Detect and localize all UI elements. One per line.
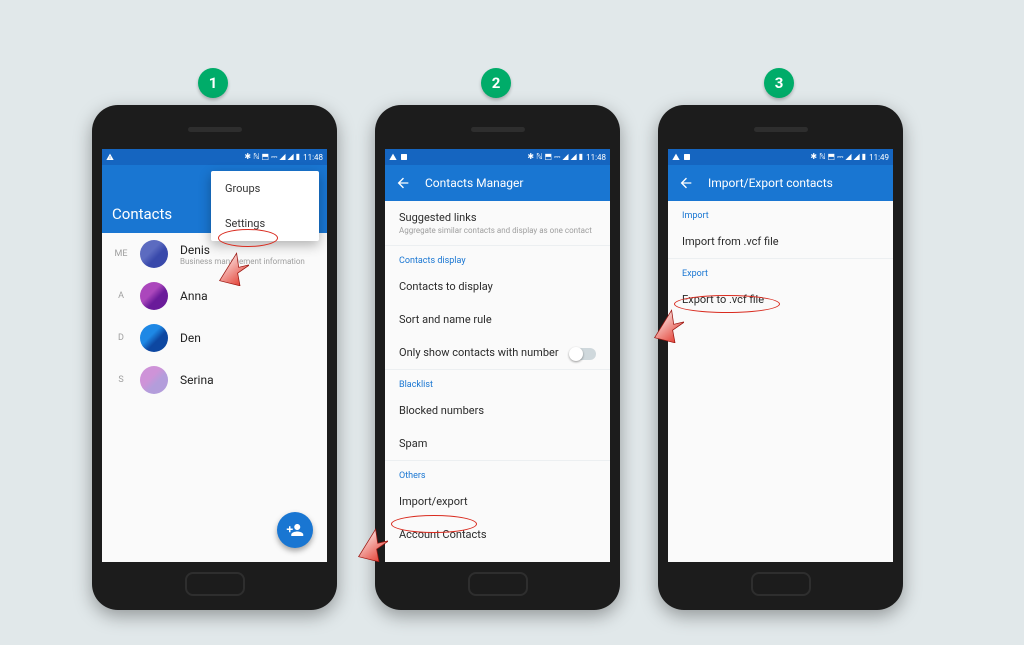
section-header-display: Contacts display xyxy=(385,246,610,270)
contact-tag: A xyxy=(114,291,128,301)
toggle-off[interactable] xyxy=(570,348,596,360)
row-import-vcf[interactable]: Import from .vcf file xyxy=(668,225,893,258)
page-title: Import/Export contacts xyxy=(708,176,833,190)
contact-name: Anna xyxy=(180,289,208,303)
row-sublabel: Aggregate similar contacts and display a… xyxy=(399,226,596,235)
row-label: Suggested links xyxy=(399,211,596,224)
page-title: Contacts Manager xyxy=(425,176,523,190)
row-contacts-to-display[interactable]: Contacts to display xyxy=(385,270,610,303)
contact-row[interactable]: S Serina xyxy=(102,359,327,401)
overflow-menu: Groups Settings xyxy=(211,171,319,241)
contact-tag: S xyxy=(114,375,128,385)
section-header-export: Export xyxy=(668,259,893,283)
row-suggested-links[interactable]: Suggested links Aggregate similar contac… xyxy=(385,201,610,245)
row-import-export[interactable]: Import/export xyxy=(385,485,610,518)
row-account-contacts[interactable]: Account Contacts xyxy=(385,518,610,551)
status-time: 11:48 xyxy=(303,153,323,162)
back-icon[interactable] xyxy=(395,175,411,191)
menu-item-groups[interactable]: Groups xyxy=(211,171,319,206)
step-badge-1: 1 xyxy=(198,68,228,98)
app-bar: Import/Export contacts xyxy=(668,165,893,201)
home-button[interactable] xyxy=(185,572,245,596)
add-contact-fab[interactable] xyxy=(277,512,313,548)
avatar xyxy=(140,240,168,268)
status-icons: ✱ ℕ ⬒ ⎓ ◢ ◢ ▮ xyxy=(810,152,866,162)
status-bar: ✱ ℕ ⬒ ⎓ ◢ ◢ ▮11:48 xyxy=(385,149,610,165)
phone-2: ✱ ℕ ⬒ ⎓ ◢ ◢ ▮11:48 Contacts Manager Sugg… xyxy=(375,105,620,610)
phone-3: ✱ ℕ ⬒ ⎓ ◢ ◢ ▮11:49 Import/Export contact… xyxy=(658,105,903,610)
contact-name: Den xyxy=(180,331,201,345)
image-icon xyxy=(683,153,691,161)
warning-icon xyxy=(672,153,680,161)
contact-tag: D xyxy=(114,333,128,343)
section-header-others: Others xyxy=(385,461,610,485)
avatar xyxy=(140,324,168,352)
row-spam[interactable]: Spam xyxy=(385,427,610,460)
step-badge-2: 2 xyxy=(481,68,511,98)
row-export-vcf[interactable]: Export to .vcf file xyxy=(668,283,893,316)
status-bar: ✱ ℕ ⬒ ⎓ ◢ ◢ ▮11:49 xyxy=(668,149,893,165)
status-bar: ✱ ℕ ⬒ ⎓ ◢ ◢ ▮11:48 xyxy=(102,149,327,165)
step-badge-3: 3 xyxy=(764,68,794,98)
warning-icon xyxy=(389,153,397,161)
status-time: 11:49 xyxy=(869,153,889,162)
back-icon[interactable] xyxy=(678,175,694,191)
tutorial-stage: 1 2 3 ✱ ℕ ⬒ ⎓ ◢ ◢ ▮11:48 Contacts xyxy=(0,0,1024,645)
row-label: Only show contacts with number xyxy=(399,346,559,359)
screen-1: ✱ ℕ ⬒ ⎓ ◢ ◢ ▮11:48 Contacts ME xyxy=(102,149,327,562)
image-icon xyxy=(400,153,408,161)
row-sort-rule[interactable]: Sort and name rule xyxy=(385,303,610,336)
menu-item-settings[interactable]: Settings xyxy=(211,206,319,241)
section-header-blacklist: Blacklist xyxy=(385,370,610,394)
status-time: 11:48 xyxy=(586,153,606,162)
warning-icon xyxy=(106,153,114,161)
row-blocked-numbers[interactable]: Blocked numbers xyxy=(385,394,610,427)
home-button[interactable] xyxy=(751,572,811,596)
contact-sub: Business management information xyxy=(180,257,305,266)
section-header-import: Import xyxy=(668,201,893,225)
contact-name: Serina xyxy=(180,373,214,387)
contact-row[interactable]: A Anna xyxy=(102,275,327,317)
row-only-number[interactable]: Only show contacts with number xyxy=(385,336,610,369)
status-icons: ✱ ℕ ⬒ ⎓ ◢ ◢ ▮ xyxy=(244,152,300,162)
phone-1: ✱ ℕ ⬒ ⎓ ◢ ◢ ▮11:48 Contacts ME xyxy=(92,105,337,610)
screen-2: ✱ ℕ ⬒ ⎓ ◢ ◢ ▮11:48 Contacts Manager Sugg… xyxy=(385,149,610,562)
avatar xyxy=(140,366,168,394)
screen-3: ✱ ℕ ⬒ ⎓ ◢ ◢ ▮11:49 Import/Export contact… xyxy=(668,149,893,562)
app-bar: Contacts Manager xyxy=(385,165,610,201)
contact-row[interactable]: D Den xyxy=(102,317,327,359)
home-button[interactable] xyxy=(468,572,528,596)
avatar xyxy=(140,282,168,310)
contact-name: Denis xyxy=(180,243,305,257)
page-title: Contacts xyxy=(112,205,172,223)
contact-tag: ME xyxy=(114,249,128,259)
status-icons: ✱ ℕ ⬒ ⎓ ◢ ◢ ▮ xyxy=(527,152,583,162)
